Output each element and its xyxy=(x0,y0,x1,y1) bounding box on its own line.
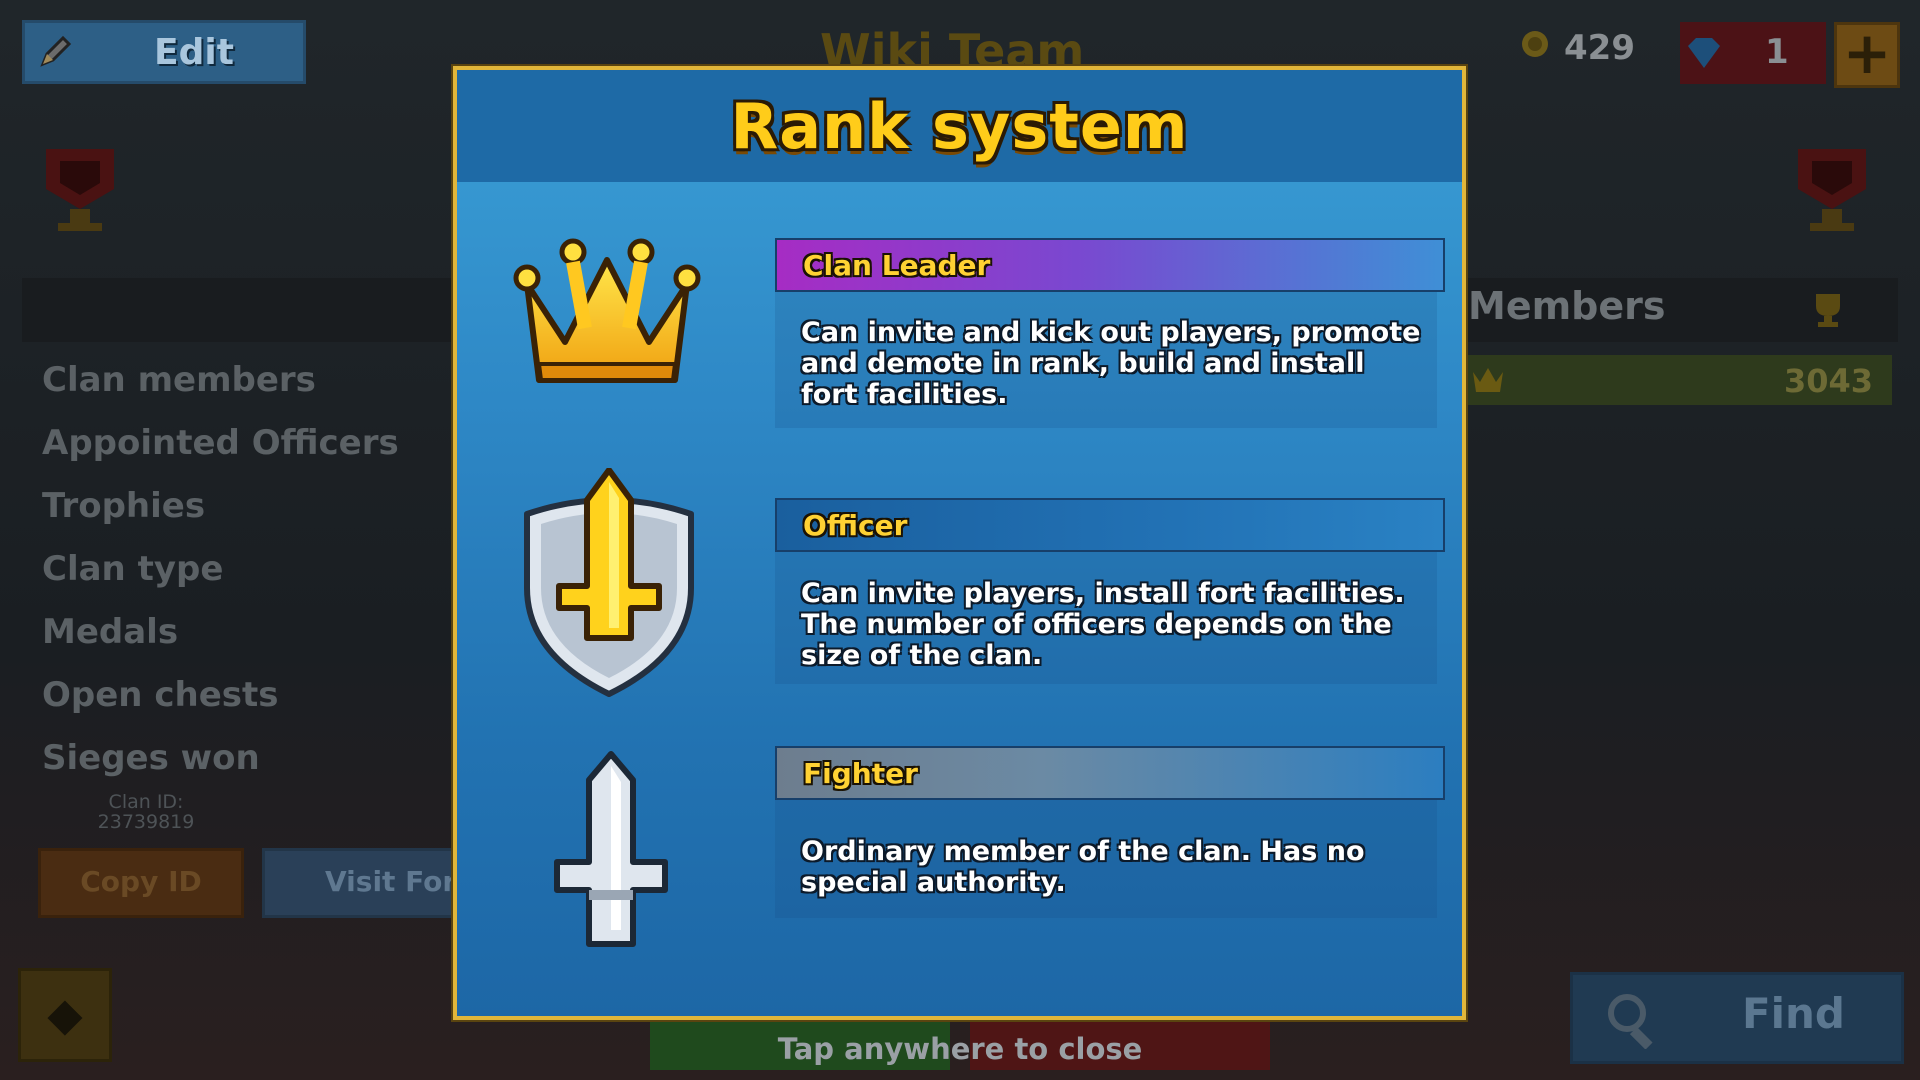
stat-label: Appointed Officers xyxy=(42,423,399,463)
copy-id-button[interactable]: Copy ID xyxy=(38,848,244,918)
edit-label: Edit xyxy=(154,31,234,73)
rank-system-dialog[interactable]: Rank system Clan Leader Can invite and k… xyxy=(453,66,1466,1020)
dialog-header: Rank system xyxy=(457,70,1462,182)
rank-description-clan-leader: Can invite and kick out players, promote… xyxy=(801,317,1421,410)
member-score: 3043 xyxy=(1784,362,1874,400)
find-label: Find xyxy=(1741,989,1845,1038)
stat-label: Open chests xyxy=(42,675,279,715)
clan-id: Clan ID: 23739819 xyxy=(46,792,246,832)
crown-icon xyxy=(1470,364,1506,398)
add-currency-button[interactable]: + xyxy=(1834,22,1900,88)
tap-to-close-hint[interactable]: Tap anywhere to close xyxy=(0,1032,1920,1066)
cup-icon xyxy=(1808,290,1848,334)
gem-count: 1 xyxy=(1765,32,1789,72)
gem-bar xyxy=(1680,22,1826,84)
clan-stats-list: Clan members Appointed Officers Trophies… xyxy=(42,360,399,801)
coin-count: 429 xyxy=(1564,28,1635,68)
stat-label: Medals xyxy=(42,612,179,652)
rank-label-fighter: Fighter xyxy=(775,746,1445,800)
dialog-title: Rank system xyxy=(730,89,1189,163)
visit-fort-label: Visit Fort xyxy=(325,865,462,898)
clan-id-label: Clan ID: xyxy=(108,791,184,813)
edit-button[interactable]: Edit xyxy=(22,20,306,84)
coin-counter: 429 xyxy=(1520,28,1635,68)
stat-label: Trophies xyxy=(42,486,206,526)
trophy-icon xyxy=(1792,145,1872,239)
clan-id-value: 23739819 xyxy=(97,811,195,833)
shield-sword-icon xyxy=(519,467,699,702)
members-header: Members xyxy=(1468,284,1666,328)
pencil-icon xyxy=(25,22,85,82)
rank-description-officer: Can invite players, install fort facilit… xyxy=(801,578,1405,671)
trophy-icon xyxy=(40,145,120,239)
stat-label: Clan type xyxy=(42,549,224,589)
sword-icon xyxy=(549,750,673,954)
coin-icon xyxy=(1520,28,1550,68)
crown-icon xyxy=(507,232,707,396)
visit-fort-button[interactable]: Visit Fort xyxy=(262,848,462,918)
stat-label: Clan members xyxy=(42,360,316,400)
gem-icon xyxy=(1688,38,1720,68)
rank-label-clan-leader: Clan Leader xyxy=(775,238,1445,292)
rank-description-fighter: Ordinary member of the clan. Has no spec… xyxy=(801,836,1365,898)
rank-label-officer: Officer xyxy=(775,498,1445,552)
